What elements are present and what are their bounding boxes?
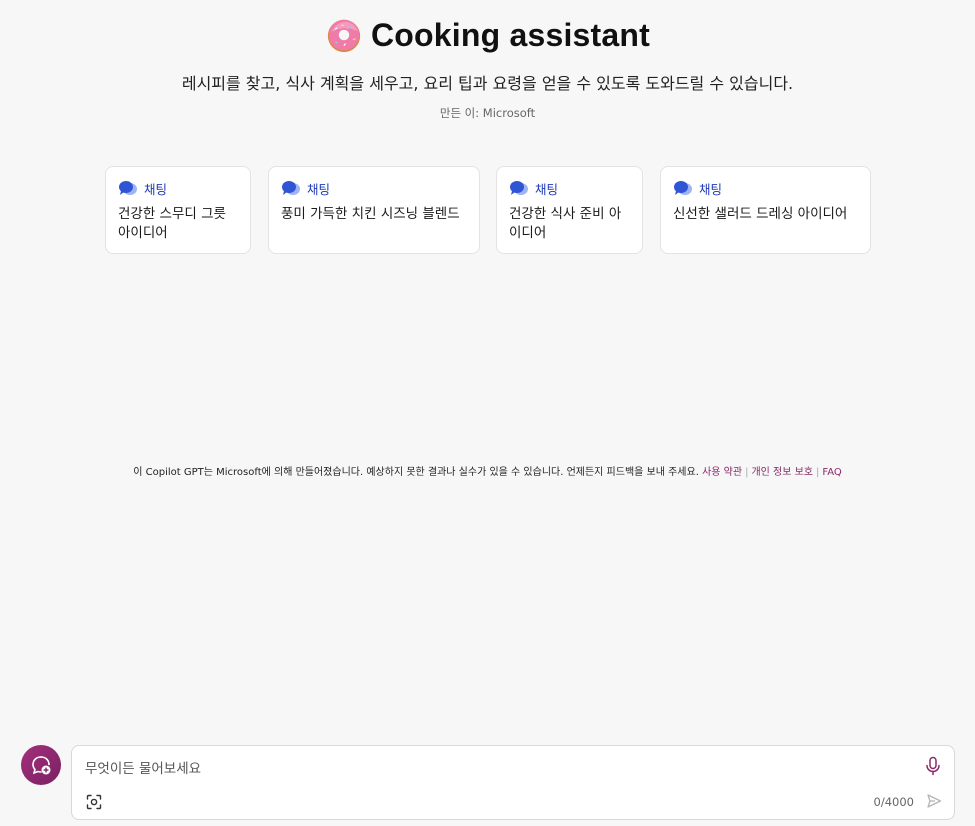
new-chat-icon [32,756,51,775]
title-row: Cooking assistant [0,14,975,56]
faq-link[interactable]: FAQ [822,467,841,478]
page-title: Cooking assistant [370,16,650,53]
suggestion-card-3[interactable]: 채팅 건강한 식사 준비 아이디어 [496,166,643,254]
disclaimer: 이 Copilot GPT는 Microsoft에 의해 만들어졌습니다. 예상… [133,467,842,478]
donut-icon [327,19,361,53]
image-capture-icon[interactable] [86,794,102,810]
chat-bubble-icon [119,181,137,195]
chat-input[interactable] [85,758,885,780]
card-text: 풍미 가득한 치킨 시즈닝 블렌드 [281,206,460,222]
terms-link[interactable]: 사용 약관 [702,467,742,478]
card-text: 건강한 식사 준비 아이디어 [509,206,622,241]
byline: 만든 이: Microsoft [439,106,536,120]
suggestion-card-4[interactable]: 채팅 신선한 샐러드 드레싱 아이디어 [660,166,871,254]
send-icon[interactable] [926,793,942,809]
card-tag: 채팅 [307,181,331,197]
chat-bubble-icon [674,181,692,195]
card-text: 건강한 스무디 그릇 아이디어 [118,206,226,241]
card-text: 신선한 샐러드 드레싱 아이디어 [673,206,848,222]
microphone-icon[interactable] [924,756,942,776]
suggestion-card-2[interactable]: 채팅 풍미 가득한 치킨 시즈닝 블렌드 [268,166,480,254]
card-tag: 채팅 [699,181,723,197]
page-subtitle: 레시피를 찾고, 식사 계획을 세우고, 요리 팁과 요령을 얻을 수 있도록 … [181,74,794,93]
new-chat-button[interactable] [21,745,61,785]
privacy-link[interactable]: 개인 정보 보호 [751,467,813,478]
header: Cooking assistant 레시피를 찾고, 식사 계획을 세우고, 요… [0,14,975,121]
character-counter: 0/4000 [873,795,914,809]
disclaimer-text: 이 Copilot GPT는 Microsoft에 의해 만들어졌습니다. 예상… [133,467,699,478]
suggestion-card-1[interactable]: 채팅 건강한 스무디 그릇 아이디어 [105,166,251,254]
chat-bubble-icon [282,181,300,195]
card-tag: 채팅 [144,181,168,197]
chat-bubble-icon [510,181,528,195]
composer: 0/4000 [71,745,955,820]
card-tag: 채팅 [535,181,559,197]
